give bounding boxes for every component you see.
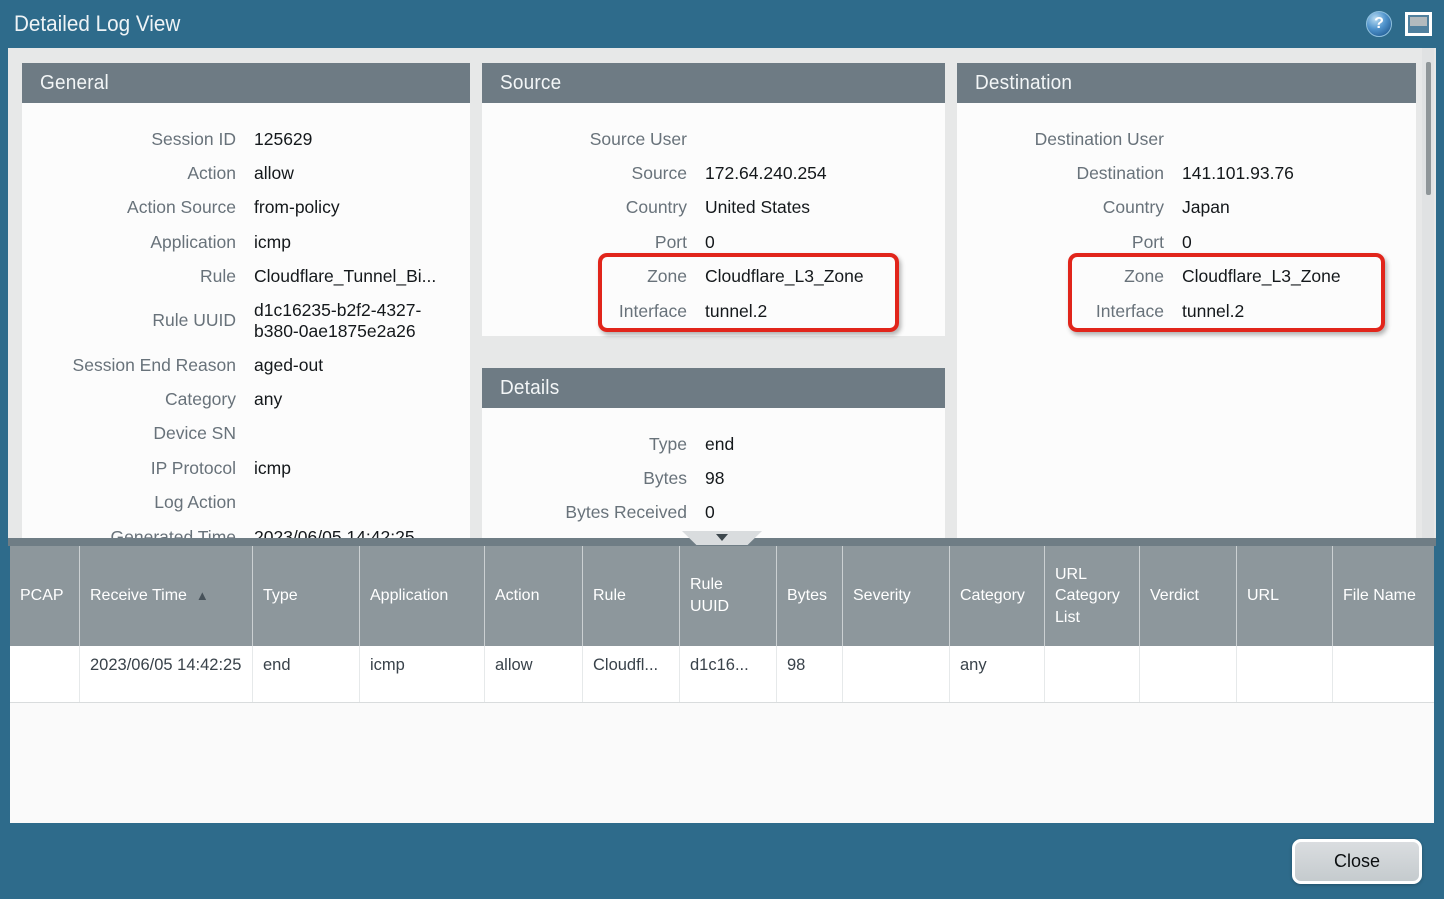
row-generated-time: Generated Time 2023/06/05 14:42:25	[22, 520, 470, 538]
row-ip-protocol: IP Protocol icmp	[22, 451, 470, 485]
titlebar-icons: ?	[1366, 11, 1432, 37]
row-source-zone: Zone Cloudflare_L3_Zone	[482, 260, 945, 294]
column-header-type[interactable]: Type	[253, 546, 360, 646]
row-application: Application icmp	[22, 225, 470, 259]
log-table: PCAP Receive Time ▲ Type Application Act…	[10, 546, 1434, 823]
log-detail-section: General Session ID 125629 Action allow A…	[8, 48, 1436, 538]
row-source-user: Source User	[482, 122, 945, 156]
panel-destination: Destination Destination User Destination…	[957, 63, 1416, 538]
table-row[interactable]: 2023/06/05 14:42:25 end icmp allow Cloud…	[10, 646, 1434, 703]
row-destination-port: Port 0	[957, 225, 1416, 259]
row-destination-interface: Interface tunnel.2	[957, 294, 1416, 328]
column-header-action[interactable]: Action	[485, 546, 583, 646]
cell-category: any	[950, 646, 1045, 702]
row-source: Source 172.64.240.254	[482, 156, 945, 190]
vertical-scrollbar-thumb[interactable]	[1426, 62, 1431, 195]
close-button[interactable]: Close	[1292, 839, 1422, 884]
detailed-log-view-dialog: Detailed Log View ? General Session ID 1…	[0, 0, 1444, 899]
column-header-file-name[interactable]: File Name	[1333, 546, 1434, 646]
row-rule: Rule Cloudflare_Tunnel_Bi...	[22, 260, 470, 294]
row-bytes: Bytes 98	[482, 461, 945, 495]
row-destination-zone: Zone Cloudflare_L3_Zone	[957, 260, 1416, 294]
panel-details: Details Type end Bytes 98 Bytes Received…	[482, 368, 945, 538]
panel-source: Source Source User Source 172.64.240.254…	[482, 63, 945, 336]
row-session-id: Session ID 125629	[22, 122, 470, 156]
cell-rule: Cloudfl...	[583, 646, 680, 702]
titlebar: Detailed Log View ?	[0, 0, 1444, 48]
panel-details-header: Details	[482, 368, 945, 408]
panel-source-body: Source User Source 172.64.240.254 Countr…	[482, 103, 945, 328]
row-source-port: Port 0	[482, 225, 945, 259]
row-device-sn: Device SN	[22, 417, 470, 451]
cell-url	[1237, 646, 1333, 702]
column-header-pcap[interactable]: PCAP	[10, 546, 80, 646]
row-session-end-reason: Session End Reason aged-out	[22, 348, 470, 382]
splitter-handle[interactable]	[682, 531, 762, 545]
row-rule-uuid: Rule UUID d1c16235-b2f2-4327-b380-0ae187…	[22, 294, 470, 348]
column-header-category[interactable]: Category	[950, 546, 1045, 646]
column-header-url-category-list[interactable]: URL Category List	[1045, 546, 1140, 646]
row-destination-user: Destination User	[957, 122, 1416, 156]
column-header-application[interactable]: Application	[360, 546, 485, 646]
page-title: Detailed Log View	[14, 11, 180, 37]
row-log-action: Log Action	[22, 486, 470, 520]
column-header-rule[interactable]: Rule	[583, 546, 680, 646]
panel-destination-body: Destination User Destination 141.101.93.…	[957, 103, 1416, 328]
column-header-receive-time[interactable]: Receive Time ▲	[80, 546, 253, 646]
vertical-scrollbar[interactable]	[1422, 48, 1434, 538]
window-panel-icon-bar	[1410, 17, 1427, 26]
help-icon[interactable]: ?	[1366, 11, 1392, 37]
cell-url-category-list	[1045, 646, 1140, 702]
panel-general-header: General	[22, 63, 470, 103]
row-source-country: Country United States	[482, 191, 945, 225]
cell-bytes: 98	[777, 646, 843, 702]
sort-ascending-icon: ▲	[196, 587, 209, 605]
cell-verdict	[1140, 646, 1237, 702]
column-header-verdict[interactable]: Verdict	[1140, 546, 1237, 646]
cell-type: end	[253, 646, 360, 702]
panel-details-body: Type end Bytes 98 Bytes Received 0	[482, 408, 945, 530]
cell-severity	[843, 646, 950, 702]
cell-action: allow	[485, 646, 583, 702]
row-action: Action allow	[22, 156, 470, 190]
chevron-down-icon	[716, 534, 728, 541]
row-category: Category any	[22, 382, 470, 416]
window-panel-icon[interactable]	[1405, 12, 1432, 36]
column-header-url[interactable]: URL	[1237, 546, 1333, 646]
row-destination: Destination 141.101.93.76	[957, 156, 1416, 190]
row-destination-country: Country Japan	[957, 191, 1416, 225]
row-source-interface: Interface tunnel.2	[482, 294, 945, 328]
cell-application: icmp	[360, 646, 485, 702]
row-type: Type end	[482, 427, 945, 461]
panel-general: General Session ID 125629 Action allow A…	[22, 63, 470, 538]
column-header-rule-uuid[interactable]: Rule UUID	[680, 546, 777, 646]
cell-file-name	[1333, 646, 1434, 702]
column-header-severity[interactable]: Severity	[843, 546, 950, 646]
row-action-source: Action Source from-policy	[22, 191, 470, 225]
log-table-header: PCAP Receive Time ▲ Type Application Act…	[10, 546, 1434, 646]
cell-rule-uuid: d1c16...	[680, 646, 777, 702]
column-header-bytes[interactable]: Bytes	[777, 546, 843, 646]
panel-source-header: Source	[482, 63, 945, 103]
cell-pcap	[10, 646, 80, 702]
section-splitter[interactable]	[8, 538, 1436, 546]
panel-general-body: Session ID 125629 Action allow Action So…	[22, 103, 470, 538]
panel-destination-header: Destination	[957, 63, 1416, 103]
cell-receive-time: 2023/06/05 14:42:25	[80, 646, 253, 702]
row-bytes-received: Bytes Received 0	[482, 496, 945, 530]
